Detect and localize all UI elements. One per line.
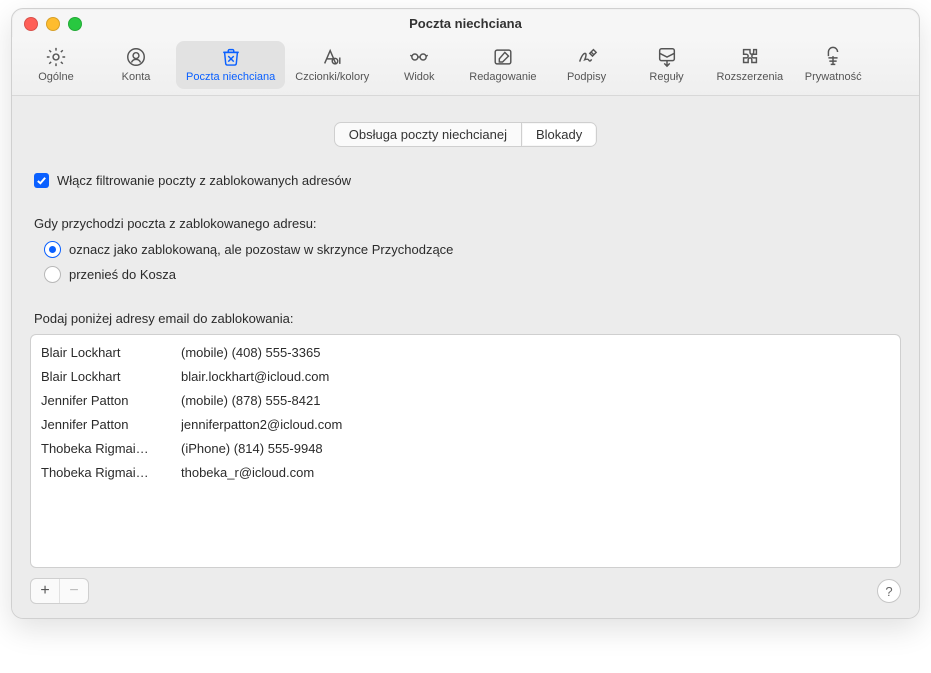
remove-button: − bbox=[59, 579, 88, 603]
blocked-address: (iPhone) (814) 555-9948 bbox=[181, 437, 890, 461]
toolbar-tab-label: Reguły bbox=[637, 71, 697, 83]
signatures-icon bbox=[557, 45, 617, 69]
blocked-name: Blair Lockhart bbox=[41, 341, 181, 365]
toolbar-tab-label: Rozszerzenia bbox=[717, 71, 784, 83]
toolbar-tab-extensions[interactable]: Rozszerzenia bbox=[707, 41, 794, 89]
radio-option-mark[interactable]: oznacz jako zablokowaną, ale pozostaw w … bbox=[44, 241, 901, 258]
radio-label: przenieś do Kosza bbox=[69, 267, 176, 282]
blocked-list-row[interactable]: Thobeka Rigmai…(iPhone) (814) 555-9948 bbox=[41, 437, 890, 461]
toolbar-tab-composing[interactable]: Redagowanie bbox=[459, 41, 546, 89]
preferences-window: Poczta niechciana Ogólne Konta Poczta niec… bbox=[11, 8, 920, 619]
blocked-name: Jennifer Patton bbox=[41, 389, 181, 413]
help-button[interactable]: ? bbox=[877, 579, 901, 603]
blocked-name: Thobeka Rigmai… bbox=[41, 437, 181, 461]
blocked-address: blair.lockhart@icloud.com bbox=[181, 365, 890, 389]
blocked-address: (mobile) (878) 555-8421 bbox=[181, 389, 890, 413]
blocked-address: thobeka_r@icloud.com bbox=[181, 461, 890, 485]
footer-bar: + − ? bbox=[30, 578, 901, 604]
blocked-action-heading: Gdy przychodzi poczta z zablokowanego ad… bbox=[34, 216, 901, 231]
traffic-lights bbox=[24, 17, 82, 31]
general-icon bbox=[26, 45, 86, 69]
blocked-name: Jennifer Patton bbox=[41, 413, 181, 437]
blocked-name: Blair Lockhart bbox=[41, 365, 181, 389]
radio-label: oznacz jako zablokowaną, ale pozostaw w … bbox=[69, 242, 453, 257]
toolbar-tab-label: Podpisy bbox=[557, 71, 617, 83]
fonts-icon bbox=[295, 45, 369, 69]
minimize-window-button[interactable] bbox=[46, 17, 60, 31]
enable-filter-checkbox[interactable] bbox=[34, 173, 49, 188]
preferences-body: Obsługa poczty niechcianejBlokady Włącz … bbox=[12, 96, 919, 618]
toolbar-tab-privacy[interactable]: Prywatność bbox=[793, 41, 873, 89]
toolbar-tab-label: Widok bbox=[389, 71, 449, 83]
toolbar-tab-fonts[interactable]: Czcionki/kolory bbox=[285, 41, 379, 89]
window-title: Poczta niechciana bbox=[409, 16, 522, 31]
radio-mark[interactable] bbox=[44, 241, 61, 258]
toolbar-tab-viewing[interactable]: Widok bbox=[379, 41, 459, 89]
blocked-list-row[interactable]: Thobeka Rigmai…thobeka_r@icloud.com bbox=[41, 461, 890, 485]
toolbar-tab-label: Redagowanie bbox=[469, 71, 536, 83]
viewing-icon bbox=[389, 45, 449, 69]
blocked-address: (mobile) (408) 555-3365 bbox=[181, 341, 890, 365]
toolbar-tab-junk[interactable]: Poczta niechciana bbox=[176, 41, 285, 89]
titlebar: Poczta niechciana bbox=[12, 9, 919, 37]
accounts-icon bbox=[106, 45, 166, 69]
toolbar-tab-label: Poczta niechciana bbox=[186, 71, 275, 83]
toolbar-tab-general[interactable]: Ogólne bbox=[16, 41, 96, 89]
toolbar-tab-label: Prywatność bbox=[803, 71, 863, 83]
enable-filter-row[interactable]: Włącz filtrowanie poczty z zablokowanych… bbox=[34, 173, 901, 188]
radio-trash[interactable] bbox=[44, 266, 61, 283]
subtab-blocked[interactable]: Blokady bbox=[521, 123, 596, 146]
blocked-addresses-list[interactable]: Blair Lockhart(mobile) (408) 555-3365Bla… bbox=[30, 334, 901, 568]
add-remove-group: + − bbox=[30, 578, 89, 604]
junk-icon bbox=[186, 45, 275, 69]
blocked-name: Thobeka Rigmai… bbox=[41, 461, 181, 485]
toolbar-tab-label: Ogólne bbox=[26, 71, 86, 83]
subtab-handling[interactable]: Obsługa poczty niechcianej bbox=[335, 123, 521, 146]
close-window-button[interactable] bbox=[24, 17, 38, 31]
blocked-list-row[interactable]: Blair Lockhartblair.lockhart@icloud.com bbox=[41, 365, 890, 389]
composing-icon bbox=[469, 45, 536, 69]
blocked-address: jenniferpatton2@icloud.com bbox=[181, 413, 890, 437]
subtab-segmented-control: Obsługa poczty niechcianejBlokady bbox=[30, 122, 901, 147]
blocked-list-row[interactable]: Jennifer Pattonjenniferpatton2@icloud.co… bbox=[41, 413, 890, 437]
add-button[interactable]: + bbox=[31, 579, 59, 603]
privacy-icon bbox=[803, 45, 863, 69]
blocked-list-row[interactable]: Jennifer Patton(mobile) (878) 555-8421 bbox=[41, 389, 890, 413]
preferences-toolbar: Ogólne Konta Poczta niechciana Czcionki/kol… bbox=[12, 37, 919, 96]
extensions-icon bbox=[717, 45, 784, 69]
zoom-window-button[interactable] bbox=[68, 17, 82, 31]
blocked-action-radio-group: oznacz jako zablokowaną, ale pozostaw w … bbox=[44, 241, 901, 283]
blocked-list-heading: Podaj poniżej adresy email do zablokowan… bbox=[34, 311, 901, 326]
blocked-list-row[interactable]: Blair Lockhart(mobile) (408) 555-3365 bbox=[41, 341, 890, 365]
toolbar-tab-label: Konta bbox=[106, 71, 166, 83]
toolbar-tab-signatures[interactable]: Podpisy bbox=[547, 41, 627, 89]
toolbar-tab-label: Czcionki/kolory bbox=[295, 71, 369, 83]
radio-option-trash[interactable]: przenieś do Kosza bbox=[44, 266, 901, 283]
toolbar-tab-rules[interactable]: Reguły bbox=[627, 41, 707, 89]
toolbar-tab-accounts[interactable]: Konta bbox=[96, 41, 176, 89]
enable-filter-label: Włącz filtrowanie poczty z zablokowanych… bbox=[57, 173, 351, 188]
rules-icon bbox=[637, 45, 697, 69]
